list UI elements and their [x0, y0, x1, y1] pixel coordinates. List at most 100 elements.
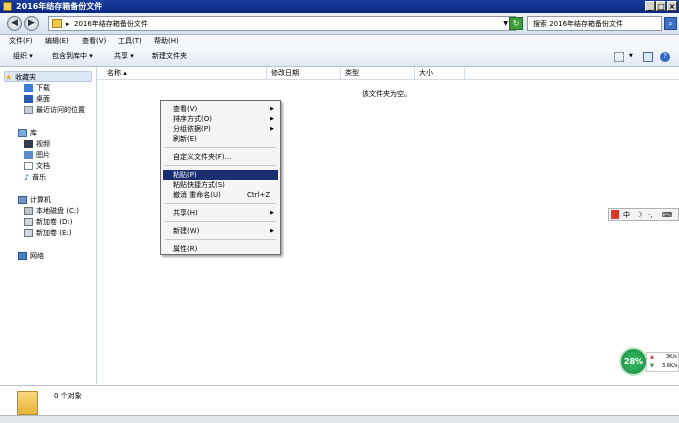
ctx-share[interactable]: 共享(H) ▶ — [163, 208, 278, 218]
nav-label: 视频 — [36, 140, 50, 148]
ctx-properties[interactable]: 属性(R) — [163, 244, 278, 254]
column-date[interactable]: 修改日期 — [267, 67, 341, 79]
nav-desktop[interactable]: 桌面 — [24, 94, 50, 105]
ime-logo-icon[interactable] — [611, 210, 619, 219]
column-size[interactable]: 大小 — [415, 67, 465, 79]
share-button[interactable]: 共享 ▾ — [114, 51, 134, 62]
minimize-button[interactable]: _ — [645, 1, 655, 11]
drive-icon — [24, 229, 33, 237]
nav-pictures[interactable]: 图片 — [24, 150, 50, 161]
nav-label: 图片 — [36, 151, 50, 159]
nav-videos[interactable]: 视频 — [24, 139, 50, 150]
recent-places-icon — [24, 106, 33, 114]
new-folder-button[interactable]: 新建文件夹 — [152, 51, 187, 62]
nav-label: 最近访问的位置 — [36, 106, 85, 114]
organize-button[interactable]: 组织 ▾ — [13, 51, 33, 62]
folder-icon — [3, 2, 12, 11]
submenu-arrow-icon: ▶ — [270, 106, 274, 112]
ime-chinese-mode[interactable]: 中 — [623, 210, 630, 220]
menu-tools[interactable]: 工具(T) — [118, 36, 142, 47]
back-button[interactable]: ◀ — [7, 16, 22, 31]
ctx-undo-rename[interactable]: 撤消 重命名(U) Ctrl+Z — [163, 190, 278, 200]
menu-separator — [165, 165, 276, 166]
ctx-refresh[interactable]: 刷新(E) — [163, 134, 278, 144]
window-title: 2016年结存箱备份文件 — [16, 2, 103, 11]
menu-help[interactable]: 帮助(H) — [154, 36, 179, 47]
pictures-icon — [24, 151, 33, 159]
ime-keyboard-icon[interactable]: ⌨ — [662, 210, 672, 220]
forward-button[interactable]: ▶ — [24, 16, 39, 31]
music-icon: ♪ — [24, 173, 30, 182]
menu-edit[interactable]: 编辑(E) — [45, 36, 69, 47]
ctx-customize[interactable]: 自定义文件夹(F)... — [163, 152, 278, 162]
menu-file[interactable]: 文件(F) — [9, 36, 33, 47]
ctx-view[interactable]: 查看(V) ▶ — [163, 104, 278, 114]
view-options-icon[interactable] — [614, 52, 624, 62]
nav-computer[interactable]: 计算机 — [18, 195, 51, 206]
ctx-label: 排序方式(O) — [173, 115, 212, 123]
preview-pane-icon[interactable] — [643, 52, 653, 62]
ctx-label: 撤消 重命名(U) — [173, 191, 221, 199]
ctx-label: 新建(W) — [173, 227, 200, 235]
ctx-new[interactable]: 新建(W) ▶ — [163, 226, 278, 236]
nav-drive-e[interactable]: 新加卷 (E:) — [24, 228, 71, 239]
breadcrumb-current[interactable]: 2016年结存箱备份文件 — [74, 18, 148, 30]
empty-folder-message: 该文件夹为空。 — [362, 90, 411, 98]
context-menu: 查看(V) ▶ 排序方式(O) ▶ 分组依据(P) ▶ 刷新(E) 自定义文件夹(F)… — [160, 100, 281, 255]
help-icon[interactable]: ? — [660, 52, 670, 62]
upload-arrow-icon: ▲ — [650, 354, 654, 360]
maximize-button[interactable]: □ — [656, 1, 666, 11]
menu-separator — [165, 239, 276, 240]
address-bar[interactable]: ▸ 2016年结存箱备份文件 ▼ — [48, 16, 516, 31]
nav-drive-c[interactable]: 本地磁盘 (C:) — [24, 206, 79, 217]
submenu-arrow-icon: ▶ — [270, 210, 274, 216]
nav-documents[interactable]: 文档 — [24, 161, 50, 172]
download-speed: 3.6K/s — [662, 363, 678, 369]
network-icon — [18, 252, 27, 260]
search-icon[interactable]: ⌕ — [664, 17, 677, 30]
nav-recent[interactable]: 最近访问的位置 — [24, 105, 85, 116]
menu-separator — [165, 221, 276, 222]
ctx-paste[interactable]: 粘贴(P) — [163, 170, 278, 180]
column-header: 名称 ▴ 修改日期 类型 大小 — [97, 67, 679, 80]
nav-drive-d[interactable]: 新加卷 (D:) — [24, 217, 72, 228]
search-placeholder: 搜索 2016年结存箱备份文件 — [533, 20, 624, 28]
ctx-label: 查看(V) — [173, 105, 198, 113]
nav-label: 下载 — [36, 84, 50, 92]
menu-view[interactable]: 查看(V) — [82, 36, 106, 47]
search-input[interactable]: 搜索 2016年结存箱备份文件 — [527, 16, 662, 31]
include-in-library-button[interactable]: 包含到库中 ▾ — [52, 51, 93, 62]
nav-music[interactable]: ♪ 音乐 — [24, 172, 46, 183]
ime-toolbar: 中 ☽ ·, ⌨ — [608, 208, 679, 221]
nav-downloads[interactable]: 下载 — [24, 83, 50, 94]
upload-speed: 3K/s — [666, 354, 677, 360]
network-speed-widget[interactable]: 28% ▲ 3K/s ▼ 3.6K/s — [619, 347, 679, 377]
nav-label: 本地磁盘 (C:) — [36, 207, 79, 215]
ctx-paste-shortcut[interactable]: 粘贴快捷方式(S) — [163, 180, 278, 190]
column-type[interactable]: 类型 — [341, 67, 415, 79]
chevron-down-icon[interactable]: ▼ — [503, 18, 508, 30]
nav-label: 计算机 — [30, 196, 51, 204]
nav-network[interactable]: 网络 — [18, 251, 44, 262]
menu-separator — [165, 147, 276, 148]
chevron-down-icon[interactable]: ▼ — [629, 51, 633, 62]
menu-separator — [165, 203, 276, 204]
ctx-group[interactable]: 分组依据(P) ▶ — [163, 124, 278, 134]
ime-fullwidth-icon[interactable]: ☽ — [636, 210, 642, 220]
nav-label: 音乐 — [32, 173, 47, 182]
command-bar: 组织 ▾ 包含到库中 ▾ 共享 ▾ 新建文件夹 ▼ ? — [0, 48, 679, 67]
refresh-icon[interactable]: ↻ — [509, 17, 523, 30]
navigation-pane: ★ 收藏夹 下载 桌面 最近访问的位置 库 视频 图片 文档 ♪ 音乐 计算机 本地… — [0, 67, 97, 384]
close-button[interactable]: × — [667, 1, 677, 11]
video-icon — [24, 140, 33, 148]
column-name[interactable]: 名称 ▴ — [103, 67, 267, 79]
nav-favorites[interactable]: ★ 收藏夹 — [4, 71, 92, 82]
nav-label: 网络 — [30, 252, 44, 260]
title-bar: 2016年结存箱备份文件 _ □ × — [0, 0, 679, 13]
ime-punctuation-icon[interactable]: ·, — [648, 210, 652, 220]
nav-libraries[interactable]: 库 — [18, 128, 37, 139]
nav-label: 桌面 — [36, 95, 50, 103]
ctx-sort[interactable]: 排序方式(O) ▶ — [163, 114, 278, 124]
breadcrumb-separator[interactable]: ▸ — [66, 18, 70, 30]
drive-icon — [24, 218, 33, 226]
